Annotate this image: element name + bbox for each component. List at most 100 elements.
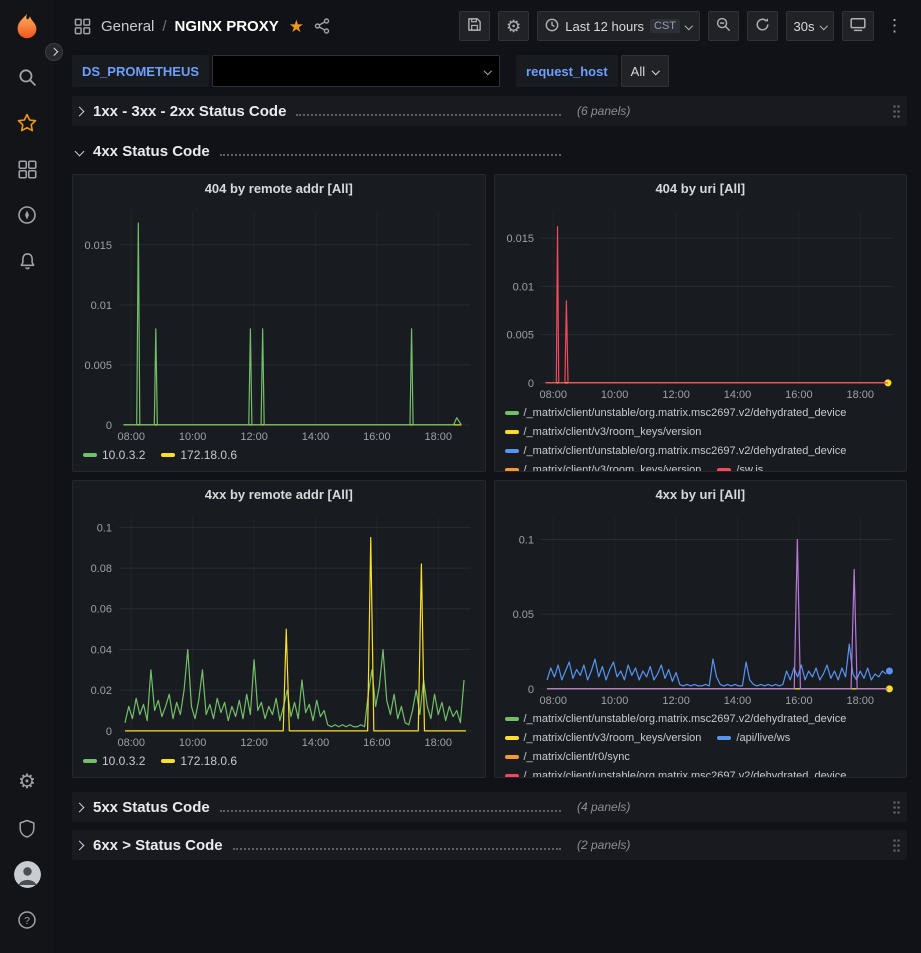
- legend-swatch: [505, 755, 519, 759]
- refresh-button[interactable]: [747, 11, 778, 41]
- legend-item[interactable]: /_matrix/client/unstable/org.matrix.msc2…: [505, 443, 847, 459]
- legend-item[interactable]: 10.0.3.2: [83, 753, 145, 769]
- legend-swatch: [505, 430, 519, 434]
- panel-404-by-uri: 404 by uri [All] 00.0050.010.01508:0010:…: [494, 174, 908, 472]
- tv-mode-button[interactable]: [842, 11, 874, 41]
- panel-4xx-by-remote-addr: 4xx by remote addr [All] 00.020.040.060.…: [72, 480, 486, 778]
- svg-text:0.01: 0.01: [512, 281, 533, 293]
- panel-4xx-by-uri: 4xx by uri [All] 00.050.108:0010:0012:00…: [494, 480, 908, 778]
- svg-text:14:00: 14:00: [302, 431, 329, 443]
- sidebar: ⚙ ?: [0, 0, 54, 953]
- time-series-chart[interactable]: 00.050.108:0010:0012:0014:0016:0018:00: [495, 507, 907, 709]
- apps-grid-icon: [72, 16, 93, 37]
- breadcrumb-dashboard-title[interactable]: NGINX PROXY: [175, 18, 279, 35]
- sidebar-item-alerting[interactable]: [0, 238, 54, 284]
- legend-label: /_matrix/client/v3/room_keys/version: [524, 730, 702, 746]
- svg-text:08:00: 08:00: [118, 431, 145, 443]
- panel-title-text: 404 by uri [All]: [655, 181, 745, 196]
- dashboards-grid-icon: [18, 160, 37, 179]
- legend-item[interactable]: /_matrix/client/r0/sync: [505, 749, 630, 765]
- legend-swatch: [717, 468, 731, 471]
- variable-ds-label[interactable]: DS_PROMETHEUS: [72, 55, 209, 87]
- sidebar-item-starred[interactable]: [0, 100, 54, 146]
- more-options-kebab-icon[interactable]: ⋮: [882, 16, 907, 36]
- row-5xx[interactable]: 5xx Status Code (4 panels): [72, 792, 907, 822]
- legend-item[interactable]: /_matrix/client/v3/room_keys/version: [505, 424, 702, 440]
- panel-title-bar[interactable]: 4xx by remote addr [All]: [73, 481, 485, 507]
- panel-title-text: 4xx by remote addr [All]: [205, 487, 353, 502]
- legend-swatch: [161, 759, 175, 763]
- time-range-picker[interactable]: Last 12 hours CST: [537, 11, 699, 41]
- breadcrumb-folder[interactable]: General: [101, 18, 154, 35]
- legend-item[interactable]: /api/live/ws: [717, 730, 790, 746]
- legend-swatch: [717, 736, 731, 740]
- sidebar-item-configuration[interactable]: ⚙: [0, 759, 54, 805]
- row-6xx[interactable]: 6xx > Status Code (2 panels): [72, 830, 907, 860]
- panel-title-bar[interactable]: 404 by uri [All]: [495, 175, 907, 201]
- row-1xx-3xx-2xx[interactable]: 1xx - 3xx - 2xx Status Code (6 panels): [72, 96, 907, 126]
- dashboard-settings-button[interactable]: ⚙: [498, 11, 529, 41]
- row-drag-handle[interactable]: [892, 800, 901, 815]
- panel-title-bar[interactable]: 404 by remote addr [All]: [73, 175, 485, 201]
- refresh-interval-dropdown[interactable]: 30s: [786, 11, 834, 41]
- svg-text:0.015: 0.015: [84, 240, 111, 252]
- legend-item[interactable]: /sw.js: [717, 462, 763, 471]
- variable-request-host-value: All: [631, 64, 645, 79]
- variable-request-host-select[interactable]: All: [621, 55, 669, 87]
- variables-bar: DS_PROMETHEUS request_host All: [54, 52, 921, 90]
- variable-request-host-label[interactable]: request_host: [516, 55, 618, 87]
- sidebar-item-help[interactable]: ?: [0, 897, 54, 943]
- row-title: 4xx Status Code: [93, 143, 210, 160]
- legend-item[interactable]: /_matrix/client/unstable/org.matrix.msc2…: [505, 405, 847, 421]
- legend-item[interactable]: /_matrix/client/v3/room_keys/version: [505, 462, 702, 471]
- time-series-chart[interactable]: 00.0050.010.01508:0010:0012:0014:0016:00…: [73, 201, 485, 445]
- legend-item[interactable]: /_matrix/client/unstable/org.matrix.msc2…: [505, 711, 847, 727]
- variable-ds-prometheus: DS_PROMETHEUS: [72, 55, 500, 87]
- breadcrumb-separator: /: [162, 18, 166, 35]
- legend-item[interactable]: /_matrix/client/v3/room_keys/version: [505, 730, 702, 746]
- refresh-icon: [755, 17, 770, 35]
- row-drag-handle[interactable]: [892, 838, 901, 853]
- legend-item[interactable]: 172.18.0.6: [161, 447, 237, 463]
- grafana-app: ⚙ ? General / NGINX PROXY ★: [0, 0, 921, 953]
- legend-item[interactable]: 10.0.3.2: [83, 447, 145, 463]
- variable-request-host: request_host All: [516, 55, 669, 87]
- legend-item[interactable]: /_matrix/client/unstable/org.matrix.msc2…: [505, 768, 847, 777]
- svg-text:16:00: 16:00: [363, 431, 390, 443]
- svg-text:16:00: 16:00: [363, 737, 390, 749]
- row-leader-dots: [296, 114, 561, 116]
- sidebar-item-explore[interactable]: [0, 192, 54, 238]
- row-title: 1xx - 3xx - 2xx Status Code: [93, 103, 286, 120]
- row-4xx[interactable]: 4xx Status Code: [72, 136, 907, 166]
- chevron-down-icon: [652, 67, 660, 75]
- time-series-chart[interactable]: 00.020.040.060.080.108:0010:0012:0014:00…: [73, 507, 485, 751]
- sidebar-expand-button[interactable]: [45, 43, 63, 61]
- variable-ds-select[interactable]: [212, 55, 500, 87]
- sidebar-item-dashboards[interactable]: [0, 146, 54, 192]
- svg-text:12:00: 12:00: [240, 737, 267, 749]
- bell-icon: [18, 252, 37, 271]
- legend-label: /_matrix/client/unstable/org.matrix.msc2…: [524, 711, 847, 727]
- panel-title-bar[interactable]: 4xx by uri [All]: [495, 481, 907, 507]
- dashboard-toolbar: General / NGINX PROXY ★ ⚙ Last 12 hours …: [54, 0, 921, 52]
- svg-text:0.01: 0.01: [91, 300, 112, 312]
- time-series-chart[interactable]: 00.0050.010.01508:0010:0012:0014:0016:00…: [495, 201, 907, 403]
- grafana-logo-icon[interactable]: [10, 10, 44, 44]
- legend-swatch: [505, 736, 519, 740]
- sidebar-item-profile[interactable]: [0, 851, 54, 897]
- chevron-down-icon: [819, 22, 827, 30]
- svg-text:0.04: 0.04: [91, 644, 112, 656]
- zoom-out-button[interactable]: [708, 11, 739, 41]
- row-panel-count: (4 panels): [577, 800, 630, 814]
- svg-text:0.005: 0.005: [506, 330, 533, 342]
- share-icon[interactable]: [312, 16, 332, 36]
- sidebar-item-search[interactable]: [0, 54, 54, 100]
- favorite-star-icon[interactable]: ★: [289, 18, 304, 35]
- chevron-right-icon: [75, 106, 85, 116]
- legend-item[interactable]: 172.18.0.6: [161, 753, 237, 769]
- svg-text:18:00: 18:00: [846, 389, 873, 401]
- sidebar-item-server-admin[interactable]: [0, 805, 54, 851]
- save-dashboard-button[interactable]: [459, 11, 490, 41]
- row-leader-dots: [220, 154, 561, 156]
- row-drag-handle[interactable]: [892, 104, 901, 119]
